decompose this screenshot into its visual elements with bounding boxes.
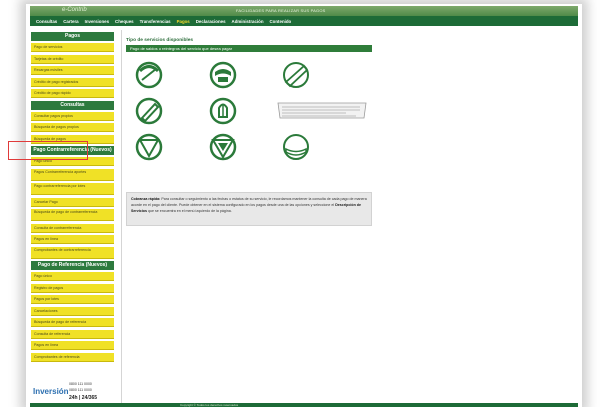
nav-item-3[interactable]: Cheques — [115, 19, 134, 24]
nav-item-5[interactable]: Pagos — [177, 19, 190, 24]
contact-line: 0800 111 0000 — [69, 382, 92, 386]
contact-hours: 24h | 24/365 — [69, 395, 98, 401]
highlight-box — [8, 141, 88, 160]
info-lead: Cobranza rápida: — [131, 197, 161, 201]
sidebar-item[interactable]: Consulta de referencia — [31, 329, 114, 339]
sidebar-item[interactable]: Pago de servicios — [31, 43, 114, 52]
sidebar-item[interactable]: Consultar pagos propios — [31, 111, 114, 121]
sidebar-section-title: Consultas — [31, 100, 114, 110]
electricidad-icon[interactable] — [279, 60, 313, 90]
nav-item-4[interactable]: Transferencias — [140, 19, 171, 24]
sidebar-item[interactable]: Pagos en línea — [31, 341, 114, 350]
page-title: Tipo de servicios disponibles — [126, 38, 194, 43]
nav-item-8[interactable]: Contenido — [270, 19, 292, 24]
sidebar-item[interactable]: Pago contrarreferencia por lotes — [31, 183, 114, 195]
seguros-icon[interactable] — [132, 132, 166, 162]
sidebar-item[interactable]: Pagos en línea — [31, 235, 114, 244]
info-box: Cobranza rápida: Para consultar o seguim… — [126, 192, 372, 226]
impuestos-icon[interactable] — [206, 96, 240, 126]
main-content: Tipo de servicios disponibles Pago de sa… — [126, 30, 376, 164]
sidebar-item[interactable]: Cancelar Pago — [31, 197, 114, 207]
sidebar-item[interactable]: Comprobantes de contrarreferencia — [31, 246, 114, 259]
sidebar-section-title: Pagos — [31, 32, 114, 41]
info-tail: que se encuentra en el menú izquierdo de… — [147, 209, 232, 213]
sidebar-item[interactable]: Tarjetas de crédito — [31, 54, 114, 64]
sidebar: Pagos Pago de servicios Tarjetas de crédit… — [30, 30, 118, 407]
sidebar-item[interactable]: Crédito de pago rápido — [31, 89, 114, 98]
nav-item-0[interactable]: Consultas — [36, 19, 57, 24]
browser-page: e-Contrib FACILIDADES PARA REALIZAR SUS … — [30, 6, 578, 407]
sidebar-item[interactable]: Búsqueda de pagos propios — [31, 123, 114, 132]
gas-icon[interactable] — [132, 96, 166, 126]
contact-line: 0800 111 0000 — [69, 388, 92, 392]
top-banner: e-Contrib FACILIDADES PARA REALIZAR SUS … — [30, 6, 578, 16]
sidebar-item[interactable]: Cancelaciones — [31, 306, 114, 316]
sidebar-item[interactable]: Recargas móviles — [31, 66, 114, 75]
banner-message: FACILIDADES PARA REALIZAR SUS PAGOS — [236, 8, 326, 13]
sidebar-item[interactable]: Pagos por lotes — [31, 295, 114, 304]
nav-item-1[interactable]: Cartera — [63, 19, 78, 24]
nav-item-7[interactable]: Administración — [232, 19, 264, 24]
nav-item-6[interactable]: Declaraciones — [196, 19, 226, 24]
formulario-icon[interactable] — [276, 100, 368, 120]
service-icons-grid — [126, 52, 376, 164]
site-logo[interactable]: e-Contrib — [62, 7, 87, 13]
sidebar-section-title: Pago de Referencia (Nuevos) — [31, 261, 114, 270]
nav-item-2[interactable]: Inversiones — [85, 19, 109, 24]
info-text: Para consultar o seguimiento a las fecha… — [131, 197, 367, 207]
section-header: Pago de saldos o reintegros del servicio… — [126, 45, 372, 52]
contact-brand: Inversión — [33, 387, 69, 396]
telefono-icon[interactable] — [206, 60, 240, 90]
sidebar-item[interactable]: Pagos Contrarreferencia aportes — [31, 168, 114, 181]
sidebar-item[interactable]: Pago único — [31, 272, 114, 281]
sidebar-item[interactable]: Registro de pagos — [31, 283, 114, 293]
main-nav: Consultas Cartera Inversiones Cheques Transf… — [30, 16, 578, 26]
agua-icon[interactable] — [132, 60, 166, 90]
sidebar-divider — [121, 30, 122, 407]
internet-icon[interactable] — [279, 132, 313, 162]
tributos-icon[interactable] — [206, 132, 240, 162]
sidebar-item[interactable]: Consulta de contrarreferencia — [31, 223, 114, 233]
footer-text: Copyright © Todos los derechos reservado… — [180, 403, 239, 407]
sidebar-item[interactable]: Búsqueda de pago de contrarreferencia — [31, 209, 114, 221]
sidebar-item[interactable]: Crédito de pago registrados — [31, 77, 114, 87]
sidebar-item[interactable]: Comprobantes de referencia — [31, 352, 114, 362]
sidebar-item[interactable]: Búsqueda de pago de referencia — [31, 318, 114, 327]
footer-bar: Copyright © Todos los derechos reservado… — [30, 403, 578, 407]
contact-box: Inversión 0800 111 0000 0800 111 0000 24h |… — [31, 379, 114, 403]
